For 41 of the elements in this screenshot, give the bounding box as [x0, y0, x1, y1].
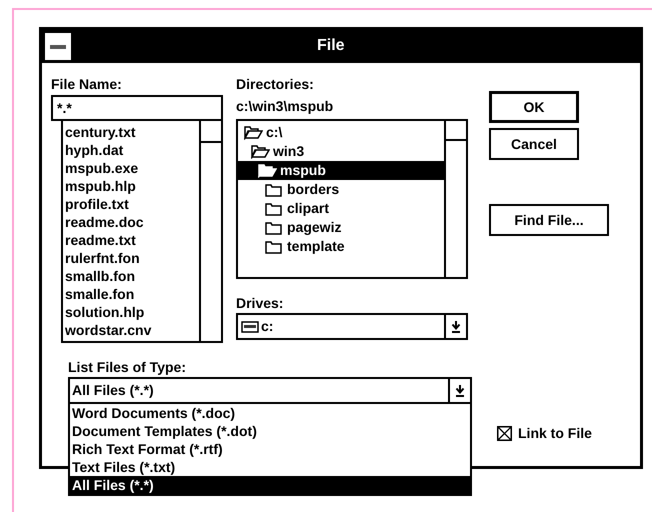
- scrollbar[interactable]: [199, 121, 221, 341]
- file-type-dropdown[interactable]: All Files (*.*): [68, 377, 472, 404]
- directory-path: c:\win3\mspub: [236, 97, 334, 116]
- dropdown-option[interactable]: Rich Text Format (*.rtf): [70, 440, 470, 458]
- dropdown-option[interactable]: Word Documents (*.doc): [70, 404, 470, 422]
- window-title: File: [317, 36, 345, 56]
- scrollbar[interactable]: [444, 121, 466, 277]
- file-item[interactable]: hyph.dat: [65, 141, 124, 159]
- checkbox-label: Link to File: [518, 424, 592, 443]
- checkbox[interactable]: [497, 426, 512, 441]
- file-item[interactable]: readme.txt: [65, 231, 136, 249]
- file-item[interactable]: profile.txt: [65, 195, 129, 213]
- file-item[interactable]: mspub.hlp: [65, 177, 136, 195]
- file-item[interactable]: century.txt: [65, 123, 136, 141]
- file-type-value: All Files (*.*): [72, 381, 154, 400]
- field-label: Drives:: [236, 294, 284, 313]
- file-item[interactable]: mspub.exe: [65, 159, 138, 177]
- file-item[interactable]: wordstar.cnv: [65, 321, 152, 339]
- drive-icon: [241, 320, 259, 332]
- file-item[interactable]: smallb.fon: [65, 267, 136, 285]
- dropdown-option[interactable]: Text Files (*.txt): [70, 458, 470, 476]
- field-label: File Name:: [51, 75, 123, 94]
- file-item[interactable]: solution.hlp: [65, 303, 144, 321]
- file-name-field[interactable]: *.*: [51, 95, 223, 121]
- minus-icon: [50, 44, 66, 48]
- dialog-button[interactable]: Find File...: [489, 204, 609, 236]
- file-item[interactable]: rulerfnt.fon: [65, 249, 140, 267]
- field-label: Directories:: [236, 75, 315, 94]
- dialog-button[interactable]: OK: [489, 91, 579, 123]
- dropdown-option[interactable]: All Files (*.*): [70, 476, 470, 494]
- drives-dropdown[interactable]: c:: [236, 313, 468, 340]
- dialog-button[interactable]: Cancel: [489, 128, 579, 160]
- down-arrow-icon: [451, 320, 461, 332]
- directory-item[interactable]: mspub: [238, 161, 444, 180]
- drive-value: c:: [261, 317, 274, 336]
- file-item[interactable]: readme.doc: [65, 213, 144, 231]
- down-arrow-icon: [455, 384, 465, 396]
- field-label: List Files of Type:: [68, 358, 187, 377]
- file-item[interactable]: smalle.fon: [65, 285, 134, 303]
- dropdown-option[interactable]: Document Templates (*.dot): [70, 422, 470, 440]
- system-menu-button[interactable]: [45, 33, 71, 60]
